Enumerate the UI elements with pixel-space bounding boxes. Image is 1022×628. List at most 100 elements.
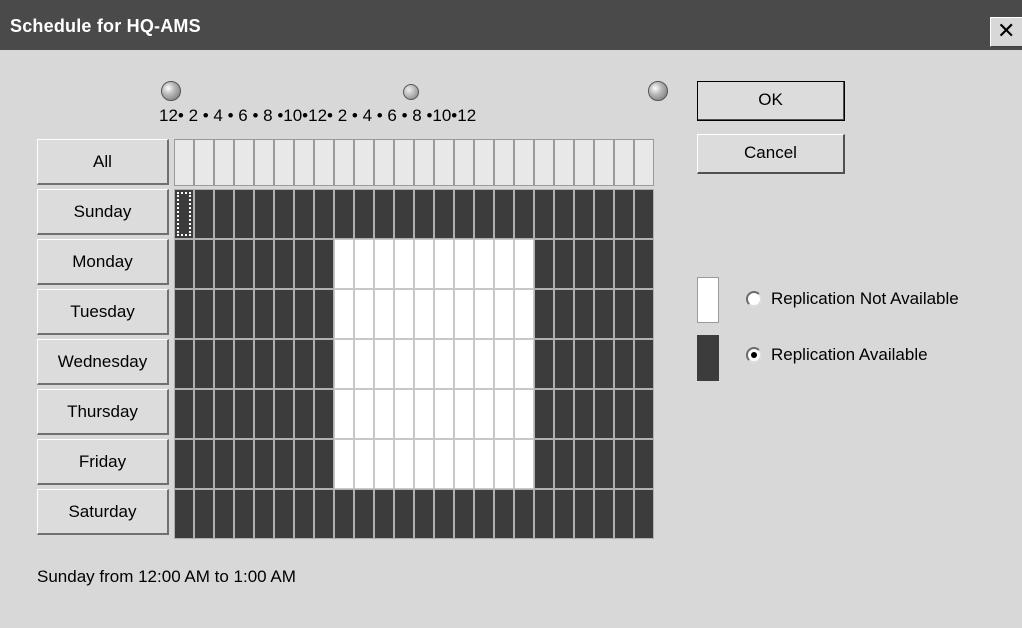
schedule-cell[interactable] <box>614 489 634 539</box>
schedule-cell[interactable] <box>334 289 354 339</box>
schedule-cell[interactable] <box>314 239 334 289</box>
schedule-cell[interactable] <box>254 439 274 489</box>
schedule-cell[interactable] <box>274 389 294 439</box>
schedule-cell[interactable] <box>174 239 194 289</box>
schedule-cell[interactable] <box>394 439 414 489</box>
schedule-cell[interactable] <box>194 489 214 539</box>
schedule-cell[interactable] <box>594 339 614 389</box>
schedule-cell[interactable] <box>374 239 394 289</box>
schedule-cell[interactable] <box>554 289 574 339</box>
schedule-cell[interactable] <box>534 389 554 439</box>
schedule-cell[interactable] <box>514 239 534 289</box>
schedule-cell[interactable] <box>574 489 594 539</box>
schedule-cell[interactable] <box>554 189 574 239</box>
schedule-cell[interactable] <box>594 239 614 289</box>
schedule-cell[interactable] <box>614 389 634 439</box>
schedule-cell[interactable] <box>334 239 354 289</box>
schedule-cell[interactable] <box>414 339 434 389</box>
close-button[interactable]: ✕ <box>990 17 1022 47</box>
schedule-cell[interactable] <box>454 339 474 389</box>
schedule-cell[interactable] <box>354 189 374 239</box>
schedule-cell[interactable] <box>334 439 354 489</box>
schedule-cell[interactable] <box>414 489 434 539</box>
schedule-cell[interactable] <box>474 489 494 539</box>
schedule-cell[interactable] <box>174 489 194 539</box>
schedule-cell[interactable] <box>634 339 654 389</box>
schedule-cell[interactable] <box>354 289 374 339</box>
schedule-cell[interactable] <box>274 239 294 289</box>
day-button-thursday[interactable]: Thursday <box>37 389 169 435</box>
schedule-cell[interactable] <box>354 439 374 489</box>
hour-header-cell[interactable] <box>514 139 534 186</box>
schedule-cell[interactable] <box>254 489 274 539</box>
hour-header-cell[interactable] <box>374 139 394 186</box>
schedule-cell[interactable] <box>534 489 554 539</box>
schedule-cell[interactable] <box>374 389 394 439</box>
schedule-cell[interactable] <box>214 189 234 239</box>
schedule-cell[interactable] <box>334 189 354 239</box>
schedule-cell[interactable] <box>314 189 334 239</box>
schedule-cell[interactable] <box>254 239 274 289</box>
schedule-cell[interactable] <box>354 489 374 539</box>
schedule-cell[interactable] <box>494 289 514 339</box>
schedule-cell[interactable] <box>294 189 314 239</box>
hour-header-cell[interactable] <box>254 139 274 186</box>
schedule-cell[interactable] <box>334 489 354 539</box>
schedule-cell[interactable] <box>174 339 194 389</box>
schedule-cell[interactable] <box>294 239 314 289</box>
day-button-tuesday[interactable]: Tuesday <box>37 289 169 335</box>
schedule-cell[interactable] <box>194 289 214 339</box>
radio-available[interactable] <box>746 347 762 363</box>
schedule-cell[interactable] <box>254 289 274 339</box>
schedule-cell[interactable] <box>234 339 254 389</box>
schedule-cell[interactable] <box>374 439 394 489</box>
hour-header-cell[interactable] <box>194 139 214 186</box>
schedule-cell[interactable] <box>474 289 494 339</box>
schedule-cell[interactable] <box>474 339 494 389</box>
schedule-cell[interactable] <box>394 389 414 439</box>
schedule-cell[interactable] <box>634 289 654 339</box>
cancel-button[interactable]: Cancel <box>697 134 845 174</box>
schedule-cell[interactable] <box>534 289 554 339</box>
schedule-cell[interactable] <box>614 239 634 289</box>
schedule-cell[interactable] <box>594 489 614 539</box>
schedule-cell[interactable] <box>174 289 194 339</box>
schedule-cell[interactable] <box>594 439 614 489</box>
schedule-cell[interactable] <box>234 439 254 489</box>
schedule-cell[interactable] <box>294 489 314 539</box>
schedule-cell[interactable] <box>534 239 554 289</box>
schedule-cell[interactable] <box>214 339 234 389</box>
hour-header-cell[interactable] <box>534 139 554 186</box>
day-button-all[interactable]: All <box>37 139 169 185</box>
schedule-cell[interactable] <box>614 189 634 239</box>
schedule-cell[interactable] <box>454 189 474 239</box>
hour-header-cell[interactable] <box>414 139 434 186</box>
schedule-cell[interactable] <box>334 389 354 439</box>
schedule-cell[interactable] <box>634 439 654 489</box>
schedule-cell[interactable] <box>434 439 454 489</box>
schedule-cell[interactable] <box>614 289 634 339</box>
schedule-cell[interactable] <box>174 189 194 239</box>
schedule-cell[interactable] <box>634 489 654 539</box>
schedule-cell[interactable] <box>174 389 194 439</box>
schedule-cell[interactable] <box>374 489 394 539</box>
schedule-cell[interactable] <box>254 389 274 439</box>
schedule-cell[interactable] <box>414 289 434 339</box>
schedule-cell[interactable] <box>554 489 574 539</box>
hour-header-cell[interactable] <box>234 139 254 186</box>
schedule-cell[interactable] <box>394 189 414 239</box>
hour-header-cell[interactable] <box>494 139 514 186</box>
hour-header-cell[interactable] <box>554 139 574 186</box>
schedule-cell[interactable] <box>494 239 514 289</box>
schedule-cell[interactable] <box>234 289 254 339</box>
schedule-cell[interactable] <box>194 389 214 439</box>
schedule-cell[interactable] <box>514 289 534 339</box>
schedule-cell[interactable] <box>594 189 614 239</box>
schedule-cell[interactable] <box>494 489 514 539</box>
schedule-cell[interactable] <box>294 289 314 339</box>
schedule-cell[interactable] <box>634 189 654 239</box>
schedule-cell[interactable] <box>514 189 534 239</box>
schedule-cell[interactable] <box>314 389 334 439</box>
schedule-cell[interactable] <box>434 289 454 339</box>
hour-header-cell[interactable] <box>294 139 314 186</box>
